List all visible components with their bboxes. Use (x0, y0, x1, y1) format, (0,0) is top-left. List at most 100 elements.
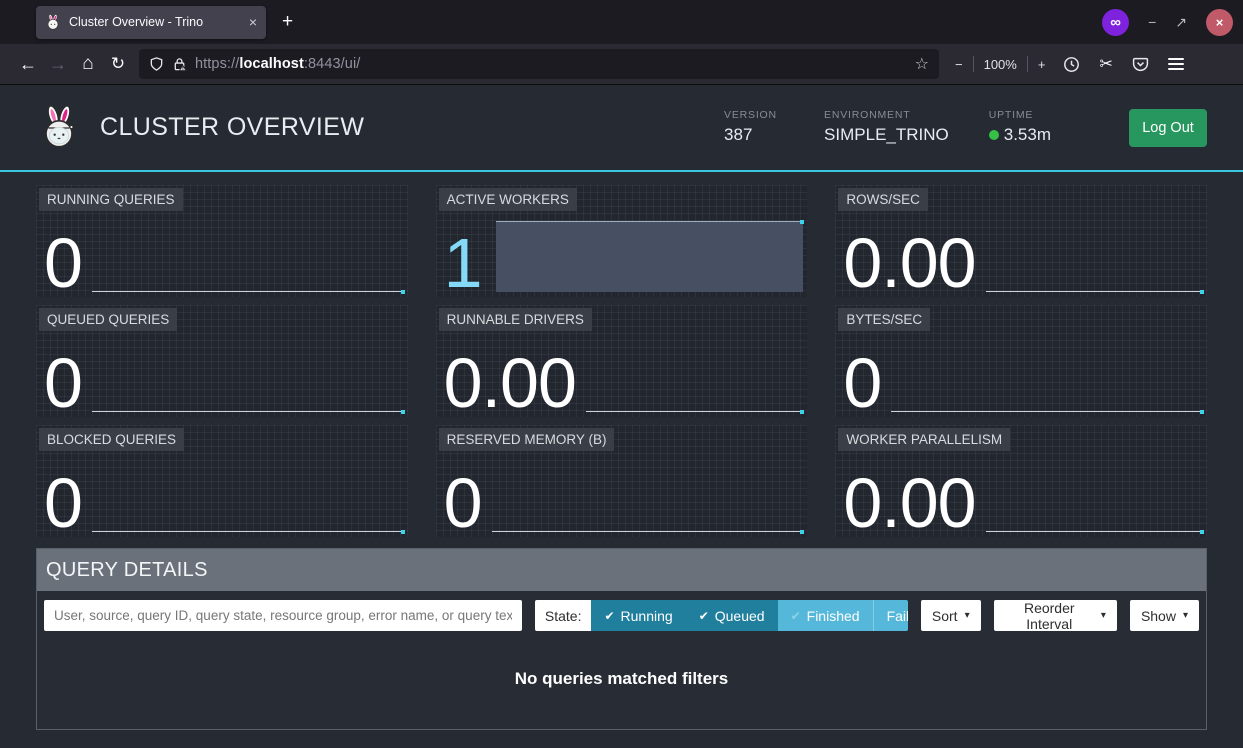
url-text[interactable]: https://localhost:8443/ui/ (195, 56, 360, 72)
page-title: CLUSTER OVERVIEW (100, 113, 364, 142)
stats-grid: RUNNING QUERIES 0 ACTIVE WORKERS 1 ROWS/… (0, 172, 1243, 537)
stat-tile-running-queries: RUNNING QUERIES 0 (36, 185, 408, 297)
state-button-queued[interactable]: ✔ Queued (686, 600, 778, 631)
stat-label: WORKER PARALLELISM (838, 428, 1010, 451)
state-filter-group: State: ✔ Running ✔ Queued ✔ Finished Fai… (535, 600, 908, 631)
stat-label: BLOCKED QUERIES (39, 428, 184, 451)
show-dropdown-button[interactable]: Show ▾ (1130, 600, 1199, 631)
query-details-title: QUERY DETAILS (46, 559, 208, 582)
toolbar-extensions: ✂ (1063, 54, 1183, 74)
stat-tile-runnable-drivers: RUNNABLE DRIVERS 0.00 (436, 305, 808, 417)
stat-tile-reserved-memory: RESERVED MEMORY (B) 0 (436, 425, 808, 537)
restore-button[interactable]: ↗ (1175, 14, 1187, 31)
sparkline (976, 185, 1205, 297)
version-label: VERSION (724, 109, 784, 121)
sort-dropdown-button[interactable]: Sort ▾ (921, 600, 981, 631)
chevron-down-icon: ▾ (1183, 610, 1188, 621)
stat-tile-queued-queries: QUEUED QUERIES 0 (36, 305, 408, 417)
query-search-input[interactable] (44, 600, 522, 631)
trino-cluster-overview-page: CLUSTER OVERVIEW VERSION 387 ENVIRONMENT… (0, 85, 1243, 748)
uptime-block: UPTIME 3.53m (989, 109, 1051, 145)
chevron-down-icon: ▾ (965, 610, 970, 621)
zoom-out-icon[interactable]: − (955, 57, 963, 72)
bookmark-star-icon[interactable]: ☆ (915, 54, 929, 74)
private-browsing-icon: ∞ (1102, 9, 1129, 36)
stat-value: 0 (44, 231, 82, 295)
stat-tile-rows-sec: ROWS/SEC 0.00 (835, 185, 1207, 297)
check-icon: ✔ (791, 609, 801, 623)
logout-button[interactable]: Log Out (1129, 109, 1207, 147)
reorder-interval-dropdown-button[interactable]: Reorder Interval ▾ (994, 600, 1117, 631)
url-host: localhost (239, 56, 304, 72)
tab-close-icon[interactable]: × (249, 15, 257, 29)
trino-favicon (45, 14, 61, 30)
stat-value: 0 (843, 351, 881, 415)
stat-tile-worker-parallelism: WORKER PARALLELISM 0.00 (835, 425, 1207, 537)
separator (973, 56, 974, 72)
trino-bunny-logo (36, 104, 82, 152)
url-bar[interactable]: https://localhost:8443/ui/ ☆ (139, 49, 939, 79)
pocket-icon[interactable] (1132, 56, 1149, 73)
uptime-value: 3.53m (989, 125, 1051, 145)
tab-strip: Cluster Overview - Trino × + (0, 6, 1102, 39)
screenshot-scissors-icon[interactable]: ✂ (1099, 54, 1112, 74)
state-filter-label: State: (535, 600, 592, 631)
shield-icon[interactable] (149, 56, 164, 72)
browser-titlebar: Cluster Overview - Trino × + ∞ − ↗ × (0, 0, 1243, 44)
zoom-in-icon[interactable]: + (1038, 57, 1046, 72)
stat-label: QUEUED QUERIES (39, 308, 177, 331)
browser-tab[interactable]: Cluster Overview - Trino × (36, 6, 266, 39)
stat-value: 0.00 (843, 471, 975, 535)
query-details-panel: QUERY DETAILS State: ✔ Running ✔ Queued … (36, 548, 1207, 730)
stat-label: ACTIVE WORKERS (439, 188, 577, 211)
sparkline (576, 305, 805, 417)
stat-tile-bytes-sec: BYTES/SEC 0 (835, 305, 1207, 417)
lock-warning-icon[interactable] (172, 56, 187, 72)
state-button-finished[interactable]: ✔ Finished (778, 600, 873, 631)
tab-title: Cluster Overview - Trino (69, 15, 241, 29)
version-value: 387 (724, 125, 784, 145)
back-icon[interactable]: ← (13, 54, 43, 75)
stat-tile-active-workers: ACTIVE WORKERS 1 (436, 185, 808, 297)
stat-label: RUNNABLE DRIVERS (439, 308, 592, 331)
reload-icon[interactable]: ↻ (103, 54, 133, 74)
stat-label: RESERVED MEMORY (B) (439, 428, 615, 451)
minimize-button[interactable]: − (1148, 14, 1156, 30)
query-details-header: QUERY DETAILS (37, 549, 1206, 591)
state-button-running[interactable]: ✔ Running (591, 600, 685, 631)
uptime-status-dot (989, 130, 999, 140)
environment-label: ENVIRONMENT (824, 109, 949, 121)
history-clock-icon[interactable] (1063, 56, 1080, 73)
stat-value: 0.00 (843, 231, 975, 295)
stat-value: 0 (44, 351, 82, 415)
check-icon: ✔ (604, 609, 614, 623)
uptime-label: UPTIME (989, 109, 1051, 121)
page-header: CLUSTER OVERVIEW VERSION 387 ENVIRONMENT… (0, 85, 1243, 172)
stat-label: BYTES/SEC (838, 308, 930, 331)
check-icon: ✔ (699, 609, 709, 623)
query-filters-row: State: ✔ Running ✔ Queued ✔ Finished Fai… (37, 591, 1206, 640)
stat-value: 0 (44, 471, 82, 535)
window-controls: ∞ − ↗ × (1102, 9, 1233, 36)
home-icon[interactable]: ⌂ (73, 53, 103, 75)
empty-queries-message: No queries matched filters (37, 640, 1206, 729)
cluster-meta: VERSION 387 ENVIRONMENT SIMPLE_TRINO UPT… (724, 109, 1207, 147)
stat-value: 0.00 (444, 351, 576, 415)
version-block: VERSION 387 (724, 109, 784, 145)
zoom-level[interactable]: 100% (984, 57, 1017, 72)
separator (1027, 56, 1028, 72)
environment-value: SIMPLE_TRINO (824, 125, 949, 145)
stat-value: 0 (444, 471, 482, 535)
state-button-failed-dropdown[interactable]: Failed ▾ (873, 600, 908, 631)
close-window-button[interactable]: × (1206, 9, 1233, 36)
zoom-controls: − 100% + (955, 56, 1045, 72)
stat-tile-blocked-queries: BLOCKED QUERIES 0 (36, 425, 408, 537)
stat-label: ROWS/SEC (838, 188, 928, 211)
environment-block: ENVIRONMENT SIMPLE_TRINO (824, 109, 949, 145)
stat-label: RUNNING QUERIES (39, 188, 183, 211)
forward-icon[interactable]: → (43, 54, 73, 75)
stat-value: 1 (444, 231, 482, 295)
browser-toolbar: ← → ⌂ ↻ https://localhost:8443/ui/ ☆ − 1… (0, 44, 1243, 85)
menu-hamburger-icon[interactable] (1168, 58, 1184, 70)
new-tab-button[interactable]: + (282, 11, 293, 33)
